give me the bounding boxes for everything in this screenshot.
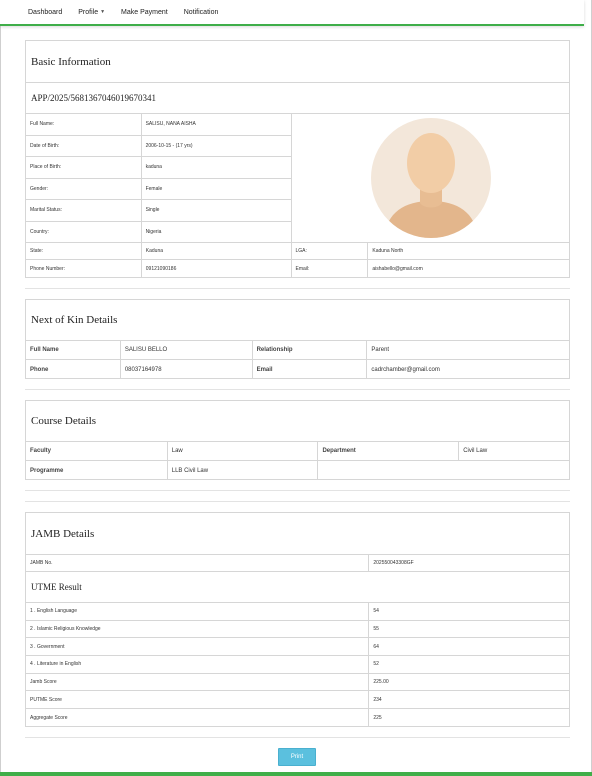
jamb-score-value: 225.00	[373, 679, 389, 686]
avatar	[370, 118, 491, 238]
basic-information-title: Basic Information	[26, 41, 569, 83]
kin-email-value: cadrchamber@gmail.com	[371, 366, 440, 373]
state-label: State:	[26, 243, 142, 259]
phone-label: Phone Number:	[26, 260, 142, 277]
kin-email-label: Email	[253, 360, 368, 379]
course-row-2: Programme LLB Civil Law	[26, 461, 569, 480]
field-row-state-lga: State: Kaduna LGA: Kaduna North	[26, 243, 569, 260]
nav-notification[interactable]: Notification	[184, 9, 219, 16]
subject-score: 55	[373, 626, 379, 633]
subject-name: 1 . English Language	[26, 603, 370, 620]
jamb-number-label: JAMB No.	[26, 555, 370, 571]
putme-score-label: PUTME Score	[26, 691, 370, 709]
pob-value: kaduna	[145, 164, 162, 171]
field-row-pob: Place of Birth: kaduna	[26, 157, 291, 179]
department-label: Department	[318, 442, 460, 460]
jamb-details-panel: JAMB Details JAMB No. 202550043308GF UTM…	[25, 512, 570, 727]
subject-score: 64	[373, 643, 379, 650]
chevron-down-icon: ▼	[100, 9, 106, 15]
subject-name: 4 . Literature in English	[26, 656, 370, 673]
nav-profile[interactable]: Profile ▼	[78, 9, 105, 16]
lga-label: LGA:	[292, 243, 369, 259]
field-row-full-name: Full Name: SALISU, NANA AISHA	[26, 114, 291, 136]
basic-info-fields: Full Name: SALISU, NANA AISHA Date of Bi…	[26, 114, 292, 243]
kin-relationship-label: Relationship	[253, 341, 368, 359]
divider	[25, 389, 570, 390]
subject-row: 2 . Islamic Religious Knowledge 55	[26, 620, 569, 639]
course-row-1: Faculty Law Department Civil Law	[26, 442, 569, 461]
kin-full-name-value: SALISU BELLO	[121, 341, 253, 359]
kin-phone-value: 08037164978	[121, 360, 253, 379]
divider	[25, 490, 570, 491]
full-name-value: SALISU, NANA AISHA	[145, 121, 196, 128]
faculty-value: Law	[168, 442, 319, 460]
subject-row: 3 . Government 64	[26, 638, 569, 657]
programme-value: LLB Civil Law	[168, 461, 319, 480]
aggregate-score-value: 225	[373, 714, 382, 721]
subject-name: 3 . Government	[26, 638, 370, 656]
subject-row: 4 . Literature in English 52	[26, 656, 569, 674]
field-row-country: Country: Nigeria	[26, 221, 291, 243]
kin-row-1: Full Name SALISU BELLO Relationship Pare…	[26, 341, 569, 360]
field-row-gender: Gender: Female	[26, 178, 291, 200]
kin-row-2: Phone 08037164978 Email cadrchamber@gmai…	[26, 360, 569, 379]
footer-bar	[0, 772, 592, 776]
phone-value: 09121090186	[142, 260, 292, 277]
next-of-kin-title: Next of Kin Details	[26, 300, 569, 341]
subject-score: 54	[373, 608, 379, 615]
application-number: APP/2025/5681367046019670341	[26, 83, 569, 114]
subject-score: 52	[373, 661, 379, 668]
programme-label: Programme	[26, 461, 168, 480]
putme-score-row: PUTME Score 234	[26, 691, 569, 710]
nav-make-payment[interactable]: Make Payment	[121, 9, 168, 16]
department-value: Civil Law	[463, 448, 488, 454]
jamb-number-row: JAMB No. 202550043308GF	[26, 555, 569, 572]
putme-score-value: 234	[373, 696, 382, 703]
marital-value: Single	[145, 207, 160, 214]
lga-value: Kaduna North	[372, 248, 404, 254]
jamb-number-value: 202550043308GF	[373, 560, 414, 566]
course-details-title: Course Details	[26, 401, 569, 442]
aggregate-score-label: Aggregate Score	[26, 709, 370, 727]
kin-full-name-label: Full Name	[26, 341, 121, 359]
field-row-dob: Date of Birth: 2006-10-15 - (17 yrs)	[26, 135, 291, 157]
kin-relationship-value: Parent	[371, 347, 390, 353]
aggregate-score-row: Aggregate Score 225	[26, 709, 569, 727]
gender-label: Gender:	[26, 178, 142, 199]
utme-result-title: UTME Result	[26, 572, 569, 603]
course-details-panel: Course Details Faculty Law Department Ci…	[25, 400, 570, 480]
jamb-details-title: JAMB Details	[26, 513, 569, 555]
print-button[interactable]: Print	[278, 748, 316, 766]
empty-cell	[318, 461, 569, 480]
divider	[25, 737, 570, 738]
pob-label: Place of Birth:	[26, 157, 142, 178]
avatar-container	[292, 114, 569, 242]
dob-value: 2006-10-15 - (17 yrs)	[145, 142, 193, 149]
country-value: Nigeria	[145, 229, 162, 236]
country-label: Country:	[26, 221, 142, 243]
email-value: aishabello@gmail.com	[372, 265, 423, 272]
full-name-label: Full Name:	[26, 114, 142, 135]
field-row-marital: Marital Status: Single	[26, 200, 291, 222]
jamb-score-row: Jamb Score 225.00	[26, 673, 569, 692]
divider	[25, 501, 570, 502]
email-label: Email:	[292, 260, 369, 277]
dob-label: Date of Birth:	[26, 135, 142, 156]
field-row-phone-email: Phone Number: 09121090186 Email: aishabe…	[26, 260, 569, 277]
subject-row: 1 . English Language 54	[26, 603, 569, 621]
subject-name: 2 . Islamic Religious Knowledge	[26, 620, 370, 638]
basic-information-panel: Basic Information APP/2025/5681367046019…	[25, 40, 570, 278]
faculty-label: Faculty	[26, 442, 168, 460]
divider	[25, 288, 570, 289]
next-of-kin-panel: Next of Kin Details Full Name SALISU BEL…	[25, 299, 570, 379]
basic-info-upper: Full Name: SALISU, NANA AISHA Date of Bi…	[26, 114, 569, 243]
nav-dashboard[interactable]: Dashboard	[28, 9, 62, 16]
marital-label: Marital Status:	[26, 200, 142, 221]
top-navbar: Dashboard Profile ▼ Make Payment Notifica…	[0, 0, 584, 26]
kin-phone-label: Phone	[26, 360, 121, 379]
gender-value: Female	[145, 185, 163, 192]
state-value: Kaduna	[142, 243, 292, 259]
jamb-score-label: Jamb Score	[26, 673, 370, 691]
nav-profile-label: Profile	[78, 8, 99, 16]
